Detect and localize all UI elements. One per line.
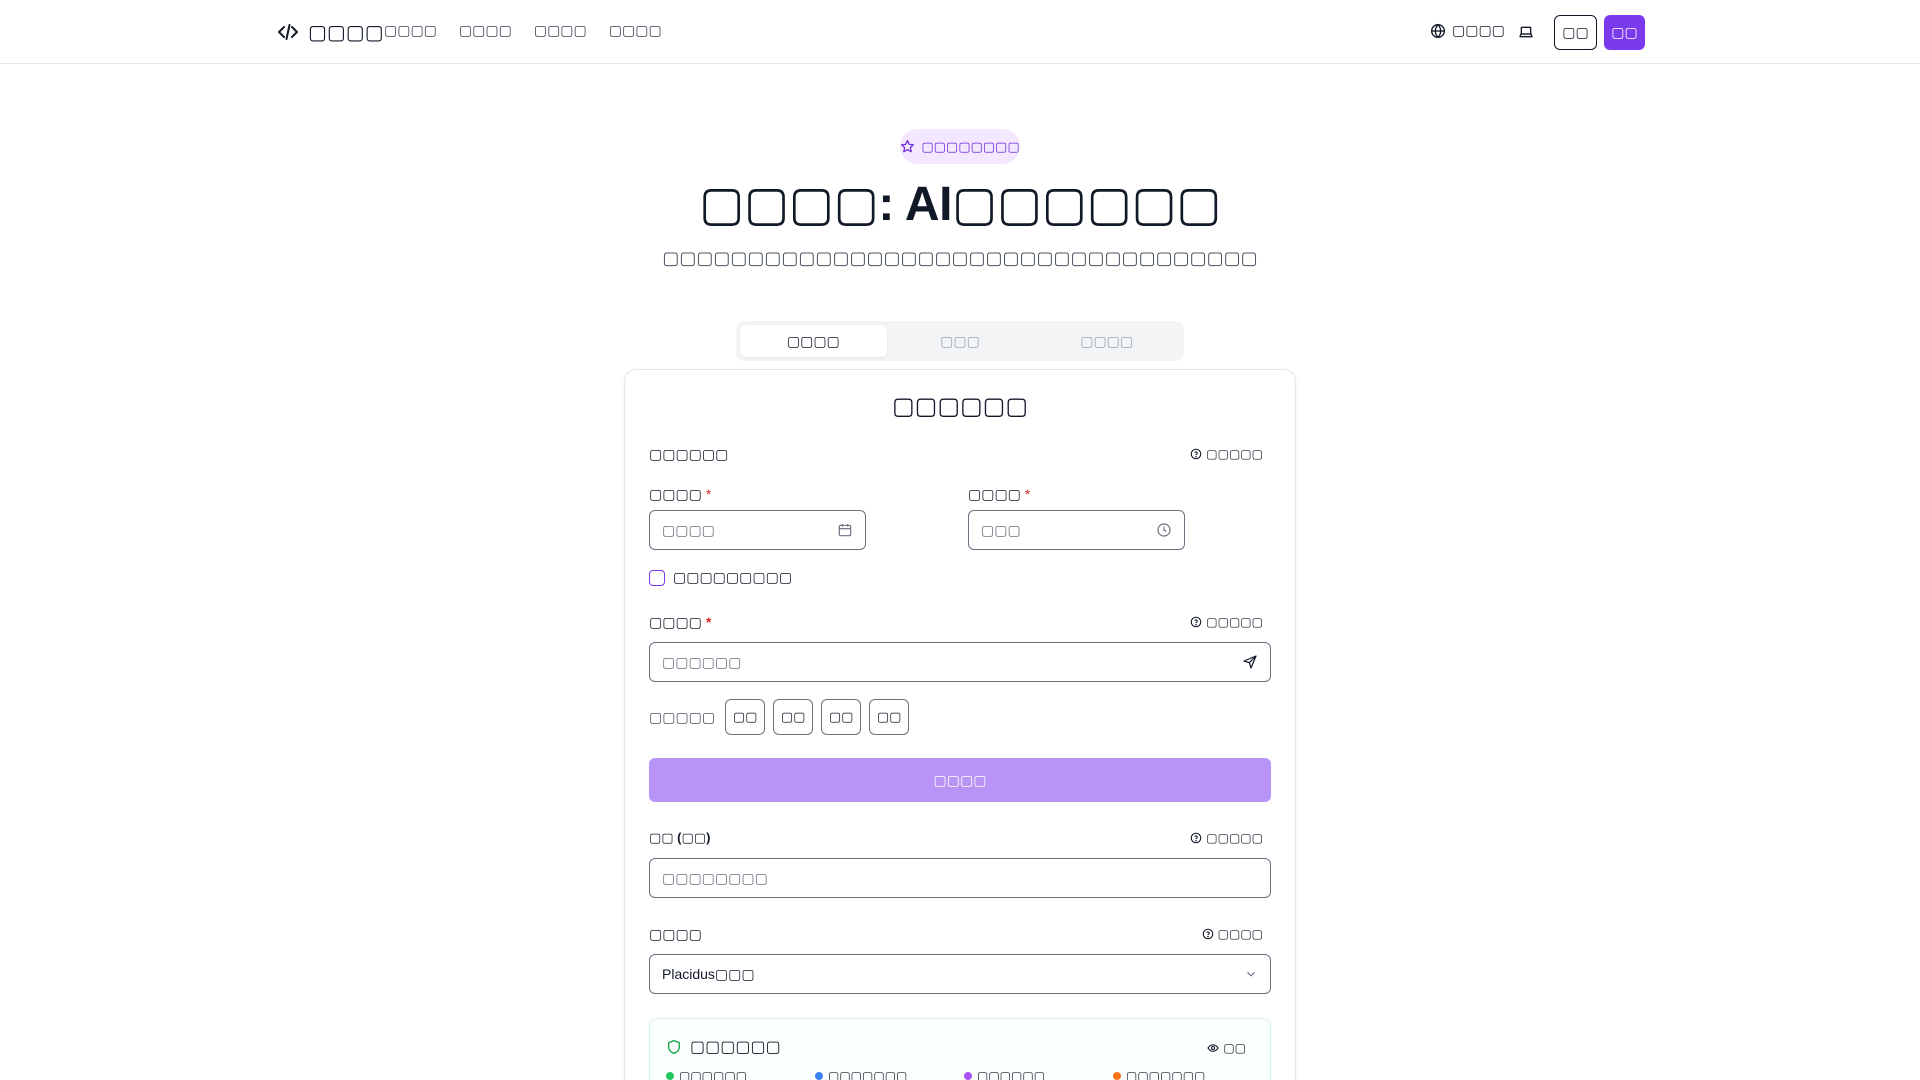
privacy-item-label: ▢▢▢▢▢▢ bbox=[977, 1069, 1046, 1080]
quick-option-2[interactable]: ▢▢ bbox=[773, 699, 814, 735]
birth-date-input[interactable]: ▢▢▢▢ bbox=[649, 510, 866, 550]
send-arrow-icon[interactable] bbox=[1242, 654, 1258, 670]
eye-icon bbox=[1207, 1044, 1219, 1052]
quick-option-3[interactable]: ▢▢ bbox=[821, 699, 862, 735]
question-circle-icon bbox=[1190, 832, 1202, 844]
nav-link-3[interactable]: ▢▢▢▢ bbox=[534, 22, 587, 39]
house-system-select[interactable]: Placidus▢▢▢ bbox=[649, 954, 1271, 994]
privacy-item: ▢▢▢▢▢▢▢ bbox=[1113, 1069, 1262, 1080]
code-brackets-icon bbox=[278, 24, 298, 40]
name-help-link[interactable]: ▢▢▢▢▢ bbox=[1190, 831, 1263, 845]
privacy-item-label: ▢▢▢▢▢▢ bbox=[679, 1069, 748, 1080]
name-help-text: ▢▢▢▢▢ bbox=[1206, 831, 1263, 845]
unknown-time-row: ▢▢▢▢▢▢▢▢▢ bbox=[649, 569, 792, 586]
tab-3[interactable]: ▢▢▢▢ bbox=[1033, 325, 1180, 357]
house-help-text: ▢▢▢▢ bbox=[1217, 927, 1263, 941]
name-label: ▢▢ (▢▢) bbox=[649, 830, 711, 845]
required-mark: * bbox=[1024, 486, 1031, 502]
required-mark: * bbox=[705, 614, 712, 630]
chevron-down-icon bbox=[1247, 971, 1255, 977]
birth-time-placeholder: ▢▢▢ bbox=[981, 521, 1021, 538]
hero-badge: ▢▢▢▢▢▢▢▢ bbox=[900, 129, 1020, 164]
place-label-text: ▢▢▢▢ bbox=[649, 614, 702, 630]
quick-option-1[interactable]: ▢▢ bbox=[725, 699, 766, 735]
mode-tabs: ▢▢▢▢ ▢▢▢ ▢▢▢▢ bbox=[736, 321, 1184, 361]
clock-icon[interactable] bbox=[1156, 522, 1172, 538]
birth-place-placeholder: ▢▢▢▢▢▢ bbox=[662, 653, 742, 670]
privacy-item: ▢▢▢▢▢▢ bbox=[666, 1069, 815, 1080]
birth-section-label: ▢▢▢▢▢▢ bbox=[649, 446, 729, 462]
required-mark: * bbox=[705, 486, 712, 502]
house-system-value: Placidus▢▢▢ bbox=[662, 965, 755, 982]
tab-2[interactable]: ▢▢▢ bbox=[887, 325, 1034, 357]
main-nav: ▢▢▢▢ ▢▢▢▢ ▢▢▢▢ ▢▢▢▢ bbox=[384, 22, 662, 39]
status-dot bbox=[666, 1072, 674, 1080]
unknown-time-label: ▢▢▢▢▢▢▢▢▢ bbox=[673, 569, 793, 585]
privacy-item: ▢▢▢▢▢▢▢ bbox=[815, 1069, 964, 1080]
laptop-icon bbox=[1519, 26, 1533, 38]
quick-option-4[interactable]: ▢▢ bbox=[869, 699, 910, 735]
house-system-label: ▢▢▢▢ bbox=[649, 926, 702, 942]
form-title: ▢▢▢▢▢▢ bbox=[891, 393, 1029, 420]
nav-link-1[interactable]: ▢▢▢▢ bbox=[384, 22, 437, 39]
name-input[interactable]: ▢▢▢▢▢▢▢▢ bbox=[649, 858, 1271, 898]
privacy-title: ▢▢▢▢▢▢ bbox=[690, 1039, 781, 1056]
privacy-item-label: ▢▢▢▢▢▢▢ bbox=[1126, 1069, 1206, 1080]
birth-date-placeholder: ▢▢▢▢ bbox=[662, 521, 715, 538]
hero-subtitle: ▢▢▢▢▢▢▢▢▢▢▢▢▢▢▢▢▢▢▢▢▢▢▢▢▢▢▢▢▢▢▢▢▢▢▢ bbox=[662, 248, 1258, 268]
hero-title: ▢▢▢▢: AI▢▢▢▢▢▢ bbox=[698, 178, 1222, 231]
privacy-list: ▢▢▢▢▢▢ ▢▢▢▢▢▢▢ ▢▢▢▢▢▢ ▢▢▢▢▢▢▢ bbox=[666, 1069, 1266, 1080]
place-help-link[interactable]: ▢▢▢▢▢ bbox=[1190, 615, 1263, 629]
privacy-item-label: ▢▢▢▢▢▢▢ bbox=[828, 1069, 908, 1080]
privacy-panel: ▢▢▢▢▢▢ ▢▢ ▢▢▢▢▢▢ ▢▢▢▢▢▢▢ ▢▢▢▢▢▢ ▢▢▢▢▢▢▢ bbox=[649, 1018, 1271, 1080]
house-help-link[interactable]: ▢▢▢▢ bbox=[1202, 927, 1263, 941]
birth-time-input[interactable]: ▢▢▢ bbox=[968, 510, 1185, 550]
login-button[interactable]: ▢▢ bbox=[1554, 15, 1597, 50]
privacy-view-label: ▢▢ bbox=[1223, 1041, 1246, 1055]
privacy-view-button[interactable]: ▢▢ bbox=[1207, 1041, 1246, 1055]
status-dot bbox=[964, 1072, 972, 1080]
privacy-heading: ▢▢▢▢▢▢ bbox=[666, 1037, 781, 1057]
nav-link-2[interactable]: ▢▢▢▢ bbox=[459, 22, 512, 39]
time-label: ▢▢▢▢ * bbox=[968, 486, 1030, 503]
name-placeholder: ▢▢▢▢▢▢▢▢ bbox=[662, 869, 768, 886]
question-circle-icon bbox=[1202, 928, 1213, 940]
question-circle-icon bbox=[1190, 616, 1202, 628]
place-label: ▢▢▢▢ * bbox=[649, 614, 711, 631]
question-circle-icon bbox=[1190, 448, 1202, 460]
privacy-item: ▢▢▢▢▢▢ bbox=[964, 1069, 1113, 1080]
submit-button[interactable]: ▢▢▢▢ bbox=[649, 758, 1271, 802]
quick-select-row: ▢▢▢▢▢ ▢▢ ▢▢ ▢▢ ▢▢ bbox=[649, 699, 910, 735]
birth-help-text: ▢▢▢▢▢ bbox=[1206, 447, 1263, 461]
date-label: ▢▢▢▢ * bbox=[649, 486, 711, 503]
globe-icon bbox=[1431, 23, 1445, 38]
brand-logo[interactable]: ▢▢▢▢ bbox=[276, 20, 384, 44]
star-icon bbox=[901, 139, 915, 153]
unknown-time-checkbox[interactable] bbox=[649, 569, 665, 586]
hero-badge-text: ▢▢▢▢▢▢▢▢ bbox=[921, 138, 1020, 154]
language-switcher[interactable]: ▢▢▢▢ bbox=[1430, 22, 1505, 39]
top-navigation-bar: ▢▢▢▢ ▢▢▢▢ ▢▢▢▢ ▢▢▢▢ ▢▢▢▢ ▢▢▢▢ ▢▢ ▢▢ bbox=[0, 0, 1920, 64]
calendar-icon[interactable] bbox=[837, 522, 853, 538]
brand-name: ▢▢▢▢ bbox=[308, 21, 384, 44]
birth-help-link[interactable]: ▢▢▢▢▢ bbox=[1190, 447, 1263, 461]
theme-toggle-button[interactable] bbox=[1514, 22, 1538, 42]
status-dot bbox=[815, 1072, 823, 1080]
date-label-text: ▢▢▢▢ bbox=[649, 486, 702, 502]
birth-place-input[interactable]: ▢▢▢▢▢▢ bbox=[649, 642, 1271, 682]
tab-1[interactable]: ▢▢▢▢ bbox=[740, 325, 887, 357]
nav-link-4[interactable]: ▢▢▢▢ bbox=[609, 22, 662, 39]
signup-button[interactable]: ▢▢ bbox=[1604, 15, 1645, 50]
birth-chart-form-card: ▢▢▢▢▢▢ ▢▢▢▢▢▢ ▢▢▢▢▢ ▢▢▢▢ * ▢▢▢▢ ▢▢▢▢ * ▢… bbox=[624, 369, 1296, 1080]
shield-icon bbox=[668, 1040, 680, 1054]
status-dot bbox=[1113, 1072, 1121, 1080]
time-label-text: ▢▢▢▢ bbox=[968, 486, 1021, 502]
language-label: ▢▢▢▢ bbox=[1452, 22, 1505, 38]
quick-select-label: ▢▢▢▢▢ bbox=[649, 708, 716, 725]
place-help-text: ▢▢▢▢▢ bbox=[1206, 615, 1263, 629]
